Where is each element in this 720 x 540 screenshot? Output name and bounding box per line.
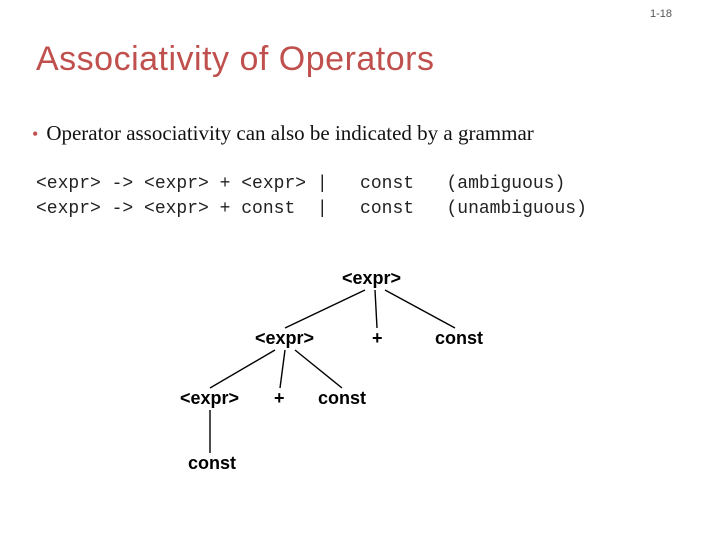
tree-node-l2-plus: + — [274, 388, 285, 409]
bullet-row: • Operator associativity can also be ind… — [32, 120, 534, 146]
slide-title: Associativity of Operators — [36, 40, 434, 79]
parse-tree: <expr> <expr> + const <expr> + const con… — [120, 268, 580, 528]
tree-node-root: <expr> — [342, 268, 401, 289]
tree-node-l2-const: const — [318, 388, 366, 409]
slide: 1-18 Associativity of Operators • Operat… — [0, 0, 720, 540]
tree-node-l3-const: const — [188, 453, 236, 474]
tree-node-l1-expr: <expr> — [255, 328, 314, 349]
bullet-text: Operator associativity can also be indic… — [46, 121, 533, 146]
tree-node-l1-plus: + — [372, 328, 383, 349]
tree-node-l1-const: const — [435, 328, 483, 349]
grammar-block: <expr> -> <expr> + <expr> | const (ambig… — [36, 172, 587, 222]
tree-node-l2-expr: <expr> — [180, 388, 239, 409]
grammar-line-2: <expr> -> <expr> + const | const (unambi… — [36, 199, 587, 219]
page-number: 1-18 — [650, 8, 672, 20]
grammar-line-1: <expr> -> <expr> + <expr> | const (ambig… — [36, 174, 565, 194]
bullet-dot-icon: • — [32, 125, 38, 143]
